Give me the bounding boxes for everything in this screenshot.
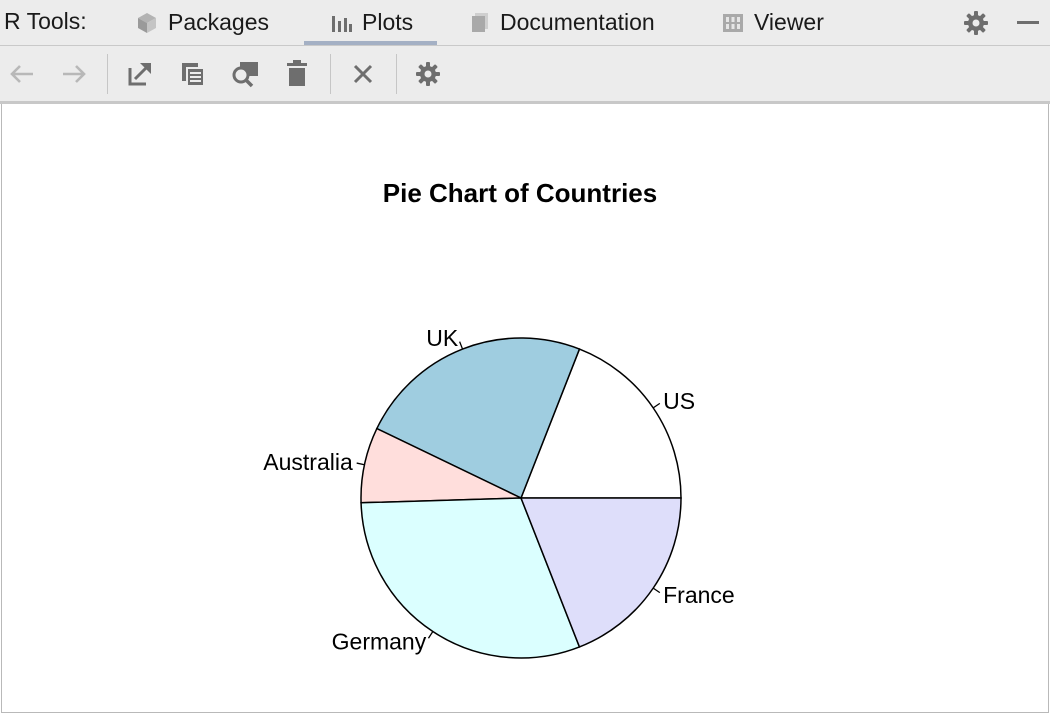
delete-icon (285, 60, 309, 88)
pie-label-france: France (663, 582, 735, 608)
minimize-icon (1016, 11, 1040, 35)
pie-label-tick (653, 403, 660, 408)
tab-label: Packages (168, 9, 269, 36)
minimize-button[interactable] (1016, 0, 1040, 45)
tab-label: Viewer (754, 9, 824, 36)
plot-settings-button[interactable] (410, 56, 446, 92)
copy-plot-button[interactable] (175, 56, 211, 92)
export-icon (126, 60, 154, 88)
tool-window-tabbar: R Tools: Packages Plots Documentation (0, 0, 1050, 46)
tab-plots[interactable]: Plots (304, 0, 437, 45)
next-plot-button[interactable] (56, 56, 92, 92)
plots-toolbar (0, 46, 1050, 104)
pie-label-tick (653, 588, 660, 593)
toolbar-separator (107, 54, 108, 94)
export-plot-button[interactable] (122, 56, 158, 92)
tool-window-title: R Tools: (4, 8, 87, 35)
tool-window-settings-button[interactable] (962, 0, 990, 45)
pie-label-tick (428, 632, 432, 639)
tab-label: Documentation (500, 9, 655, 36)
tab-packages[interactable]: Packages (136, 0, 269, 45)
pie-label-uk: UK (426, 325, 459, 351)
zoom-plot-button[interactable] (227, 56, 263, 92)
cube-icon (136, 12, 158, 34)
copy-icon (179, 60, 207, 88)
pie-label-australia: Australia (263, 449, 353, 475)
toolbar-separator (396, 54, 397, 94)
toolbar-separator (330, 54, 331, 94)
grid-icon (722, 12, 744, 34)
pie-label-us: US (663, 388, 695, 414)
clear-plots-button[interactable] (345, 56, 381, 92)
pie-label-tick (357, 463, 365, 465)
pie-label-tick (460, 342, 463, 349)
document-icon (470, 12, 490, 34)
chart-title: Pie Chart of Countries (383, 178, 657, 208)
pie-chart: Pie Chart of Countries US UK Australia Germ… (2, 104, 1048, 712)
gear-icon (414, 60, 442, 88)
delete-plot-button[interactable] (279, 56, 315, 92)
pie-label-germany: Germany (332, 629, 427, 655)
tab-label: Plots (362, 9, 413, 36)
forward-arrow-icon (59, 62, 89, 86)
bar-chart-icon (330, 12, 352, 34)
previous-plot-button[interactable] (4, 56, 40, 92)
back-arrow-icon (7, 62, 37, 86)
tab-viewer[interactable]: Viewer (722, 0, 824, 45)
tab-documentation[interactable]: Documentation (470, 0, 655, 45)
zoom-icon (230, 60, 260, 88)
plot-area: Pie Chart of Countries US UK Australia Germ… (1, 104, 1049, 713)
gear-icon (962, 9, 990, 37)
close-icon (351, 62, 375, 86)
